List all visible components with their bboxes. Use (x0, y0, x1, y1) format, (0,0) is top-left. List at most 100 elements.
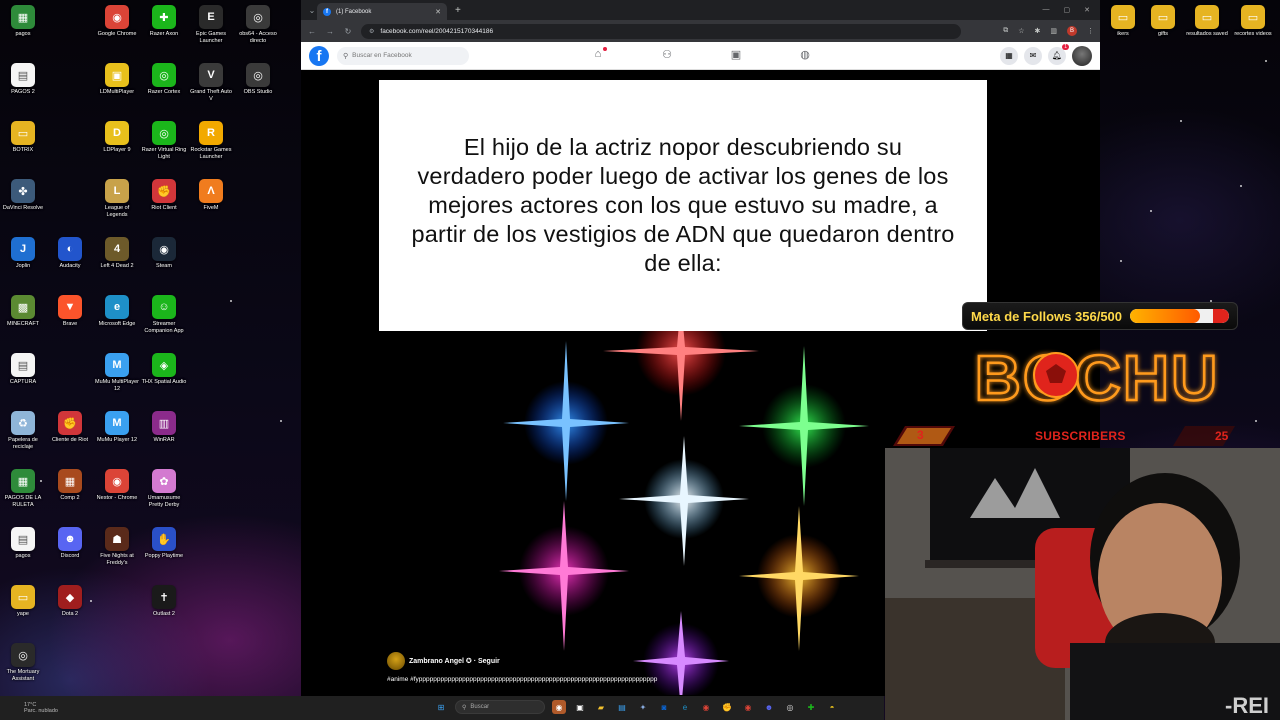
marketplace-icon[interactable]: ▣ (729, 48, 743, 61)
file-explorer-icon[interactable]: ▰ (594, 700, 608, 714)
desktop-icon[interactable]: ☺ Streamer Companion App (141, 295, 187, 334)
start-windows-icon[interactable]: ⊞ (434, 700, 448, 714)
razer-taskbar-icon[interactable]: ✚ (804, 700, 818, 714)
notifications-bell-icon[interactable]: 🔔︎ 1 (1048, 43, 1069, 65)
forward-icon[interactable]: → (325, 27, 335, 36)
app-icon: 4 (105, 237, 129, 261)
desktop-icon[interactable]: ☻ Discord (47, 527, 93, 560)
tab-facebook[interactable]: f (1) Facebook ✕ (317, 3, 447, 20)
minimize-icon[interactable]: — (1043, 6, 1050, 14)
sidebar-icon[interactable]: ▥ (1050, 27, 1057, 35)
desktop-icon[interactable]: J Joplin (0, 237, 46, 270)
desktop-icon[interactable]: ☗ Five Nights at Freddy's (94, 527, 140, 566)
task-view-icon[interactable]: ▣ (573, 700, 587, 714)
store-icon[interactable]: ▤ (615, 700, 629, 714)
back-icon[interactable]: ← (307, 27, 317, 36)
new-tab-icon[interactable]: + (455, 5, 461, 16)
desktop-icon-label: MuMu MultiPlayer 12 (94, 379, 139, 392)
install-app-icon[interactable]: ⧉ (1003, 27, 1008, 35)
taskbar-search-icon: ⚲ (462, 704, 467, 711)
close-window-icon[interactable]: ✕ (1084, 6, 1090, 14)
gaming-icon[interactable]: ◍ (798, 48, 812, 61)
extensions-icon[interactable]: ✱ (1035, 27, 1041, 35)
desktop-icon[interactable]: 4 Left 4 Dead 2 (94, 237, 140, 270)
discord-taskbar-icon[interactable]: ☻ (762, 700, 776, 714)
riot-taskbar-icon[interactable]: ✊ (720, 700, 734, 714)
reel-hashtags[interactable]: #anime #fypppppppppppppppppppppppppppppp… (387, 676, 657, 683)
desktop-icon[interactable]: ▦ pagos (0, 5, 46, 38)
author-avatar[interactable] (387, 652, 405, 670)
desktop-icon[interactable]: ◎ The Mortuary Assistant (0, 643, 46, 682)
desktop-icon[interactable]: R Rockstar Games Launcher (188, 121, 234, 160)
desktop-icon[interactable]: ✋ Poppy Playtime (141, 527, 187, 560)
desktop-icon[interactable]: Λ FiveM (188, 179, 234, 212)
desktop-icon[interactable]: ◆ Dota 2 (47, 585, 93, 618)
desktop-icon[interactable]: ♻ Papelera de reciclaje (0, 411, 46, 450)
desktop-icon[interactable]: e Microsoft Edge (94, 295, 140, 328)
desktop-icon[interactable]: ✊ Riot Client (141, 179, 187, 212)
close-tab-icon[interactable]: ✕ (435, 8, 441, 16)
app-taskbar-icon[interactable]: ◓ (825, 700, 839, 714)
site-info-icon[interactable]: ⚙ (369, 28, 374, 35)
facebook-logo-icon[interactable]: f (309, 45, 329, 66)
desktop-icon[interactable]: ▦ Comp 2 (47, 469, 93, 502)
desktop-icon[interactable]: ✤ DaVinci Resolve (0, 179, 46, 212)
desktop-icon[interactable]: ▤ CAPTURA (0, 353, 46, 386)
desktop-icon[interactable]: ▭ resultados saved (1184, 5, 1230, 38)
home-icon[interactable]: ⌂ (591, 47, 607, 61)
desktop-icon[interactable]: ◉ Google Chrome (94, 5, 140, 38)
desktop-icon[interactable]: ▭ yape (0, 585, 46, 618)
desktop-icon[interactable]: ▣ LDMultiPlayer (94, 63, 140, 96)
bookmark-star-icon[interactable]: ☆ (1018, 27, 1024, 35)
desktop-icon[interactable]: V Grand Theft Auto V (188, 63, 234, 102)
desktop-icon[interactable]: ▥ WinRAR (141, 411, 187, 444)
chrome-taskbar-icon-2[interactable]: ◉ (741, 700, 755, 714)
taskbar-search[interactable]: ⚲ Buscar (455, 700, 545, 714)
desktop-icon[interactable]: L League of Legends (94, 179, 140, 218)
edge-taskbar-icon[interactable]: e (678, 700, 692, 714)
friends-icon[interactable]: ⚇ (660, 48, 674, 61)
desktop-icon[interactable]: ✊ Cliente de Riot (47, 411, 93, 444)
facebook-search-input[interactable] (352, 52, 453, 59)
maximize-icon[interactable]: ▢ (1064, 6, 1071, 14)
desktop-icon[interactable]: ◎ Razer Virtual Ring Light (141, 121, 187, 160)
reel-author[interactable]: Zambrano Angel ✪ · Seguir (409, 657, 500, 665)
desktop-icon[interactable]: ✿ Umamusume Pretty Derby (141, 469, 187, 508)
copilot-icon[interactable]: ✦ (636, 700, 650, 714)
desktop-icon[interactable]: ▭ gifts (1140, 5, 1186, 38)
desktop-icon[interactable]: ▼ Brave (47, 295, 93, 328)
desktop-icon[interactable]: ✝ Outlast 2 (141, 585, 187, 618)
desktop-icon[interactable]: ▤ PAGOS 2 (0, 63, 46, 96)
chrome-taskbar-icon[interactable]: ◉ (699, 700, 713, 714)
desktop-icon[interactable]: ▭ recortes videos (1230, 5, 1276, 38)
obs-taskbar-icon[interactable]: ◎ (783, 700, 797, 714)
menu-kebab-icon[interactable]: ⋮ (1087, 27, 1094, 35)
weather-widget[interactable]: 17°C Parc. nublado (0, 702, 58, 714)
desktop-icon[interactable]: ▦ PAGOS DE LA RULETA (0, 469, 46, 508)
tab-search-icon[interactable]: ⌄ (307, 6, 317, 15)
desktop-icon[interactable]: M MuMu Player 12 (94, 411, 140, 444)
reload-icon[interactable]: ↻ (343, 27, 353, 36)
desktop-icon[interactable]: ▩ MINECRAFT (0, 295, 46, 328)
facebook-search[interactable]: ⚲ (337, 46, 469, 65)
account-avatar[interactable] (1072, 45, 1092, 66)
desktop-icon[interactable]: ◎ obs64 - Acceso directo (235, 5, 281, 44)
messenger-icon[interactable]: ✉ (1024, 46, 1042, 65)
desktop-icon[interactable]: E Epic Games Launcher (188, 5, 234, 44)
desktop-icon[interactable]: ◎ Razer Cortex (141, 63, 187, 96)
profile-avatar-icon[interactable]: B (1067, 26, 1077, 36)
desktop-icon[interactable]: ▭ BOTRIX (0, 121, 46, 154)
desktop-icon[interactable]: ◎ OBS Studio (235, 63, 281, 96)
address-bar[interactable]: ⚙ facebook.com/reel/2004215170344186 (361, 23, 961, 39)
desktop-icon[interactable]: ▤ pagos (0, 527, 46, 560)
menu-grid-icon[interactable]: ▦ (1000, 46, 1018, 65)
outlook-icon[interactable]: ◙ (657, 700, 671, 714)
desktop-icon[interactable]: ✚ Razer Axon (141, 5, 187, 38)
desktop-icon[interactable]: D LDPlayer 9 (94, 121, 140, 154)
desktop-icon[interactable]: ◉ Steam (141, 237, 187, 270)
desktop-icon[interactable]: M MuMu MultiPlayer 12 (94, 353, 140, 392)
widgets-icon[interactable]: ◉ (552, 700, 566, 714)
desktop-icon[interactable]: ◐ Audacity (47, 237, 93, 270)
desktop-icon[interactable]: ◈ THX Spatial Audio (141, 353, 187, 386)
desktop-icon[interactable]: ◉ Nestor - Chrome (94, 469, 140, 502)
